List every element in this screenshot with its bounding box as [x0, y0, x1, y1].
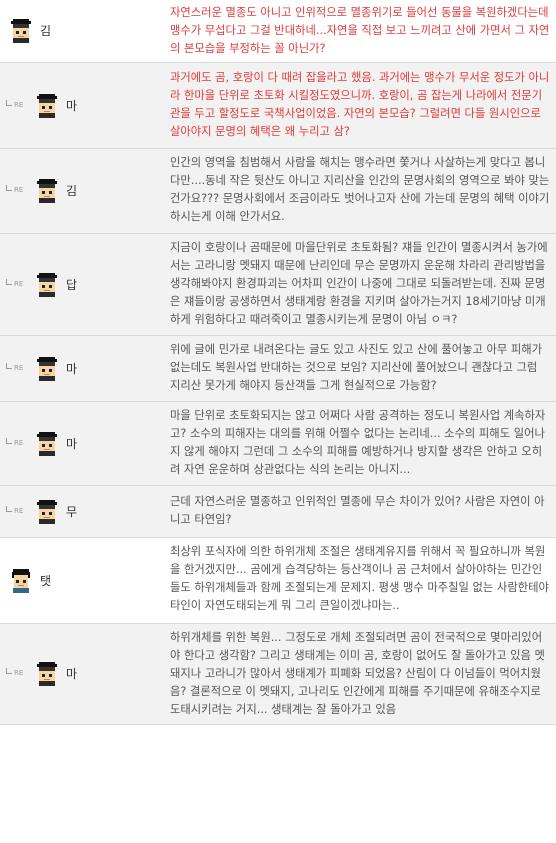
comment-author: 김 [0, 0, 160, 62]
reply-arrow-icon [6, 362, 12, 369]
reply-comment: RE 김 인간의 영역을 침범해서 사람을 해치는 맹수라면 쫓거나 사살하는게 맞… [0, 149, 556, 234]
comment-author: RE 마 [0, 63, 160, 148]
reply-indicator: RE [6, 668, 23, 677]
reply-indicator: RE [6, 99, 24, 109]
comment-author: RE 마 [0, 624, 160, 724]
reply-arrow-icon [6, 278, 12, 285]
comment-text: 지금이 호랑이나 곰때문에 마을단위로 초토화됨? 쟤들 인간이 멸종시켜서 농… [170, 241, 548, 326]
avatar-icon [36, 93, 58, 118]
comment-list: 김 자연스러운 멸종도 아니고 인위적으로 멸종위기로 들어선 동물을 복원하겠다… [0, 0, 556, 725]
avatar-icon [36, 356, 58, 381]
comment-author: RE 답 [0, 234, 160, 335]
comment-author: RE 무 [0, 486, 160, 537]
reply-arrow-icon [6, 99, 12, 106]
reply-indicator: RE [6, 185, 23, 194]
avatar-icon [10, 19, 32, 43]
comment-nickname[interactable]: 탯 [40, 573, 51, 589]
reply-comment: RE 무 근데 자연스러운 멸종하고 인위적인 멸종에 무슨 차이가 있어? 사람은… [0, 486, 556, 538]
reply-indicator: RE [6, 505, 24, 515]
comment-nickname[interactable]: 마 [66, 98, 77, 114]
reply-indicator: RE [6, 278, 24, 288]
reply-indicator: RE [6, 362, 24, 372]
comment-nickname[interactable]: 김 [40, 23, 51, 39]
comment: 탯 최상위 포식자에 의한 하위개체 조절은 생태계유지를 위해서 꼭 필요하니까… [0, 538, 556, 624]
reply-arrow-icon [6, 668, 12, 674]
reply-comment: RE 마 마을 단위로 초토화되지는 않고 어쩌다 사람 공격하는 정도니 복원사업… [0, 402, 556, 486]
reply-comment: RE 답 지금이 호랑이나 곰때문에 마을단위로 초토화됨? 쟤들 인간이 멸종시켜… [0, 234, 556, 336]
comment-nickname[interactable]: 마 [66, 436, 77, 452]
reply-arrow-icon [6, 437, 12, 444]
avatar-icon [36, 662, 58, 686]
comment-text: 위에 글에 민가로 내려온다는 글도 있고 사진도 있고 산에 풀어놓고 아무 … [170, 343, 543, 392]
reply-label: RE [14, 186, 24, 194]
reply-label: RE [14, 279, 24, 288]
avatar-icon [36, 499, 58, 524]
avatar-icon [36, 272, 58, 297]
comment-text: 하위개체를 위한 복원... 그정도로 개체 조절되려면 곰이 전국적으로 몇마… [170, 631, 545, 716]
comment-nickname[interactable]: 마 [66, 361, 77, 377]
reply-label: RE [14, 438, 24, 447]
comment-author: RE 마 [0, 402, 160, 485]
reply-comment: RE 마 과거에도 곰, 호랑이 다 때려 잡을라고 했음. 과거에는 맹수가 무서… [0, 63, 556, 149]
comment-author: 탯 [0, 538, 160, 623]
comment-author: RE 김 [0, 149, 160, 233]
comment-nickname[interactable]: 김 [66, 183, 77, 199]
avatar-icon [36, 431, 58, 456]
reply-label: RE [14, 669, 24, 677]
reply-comment: RE 마 하위개체를 위한 복원... 그정도로 개체 조절되려면 곰이 전국적으로… [0, 624, 556, 725]
reply-label: RE [14, 100, 24, 109]
comment-text: 최상위 포식자에 의한 하위개체 조절은 생태계유지를 위해서 꼭 필요하니까 … [170, 545, 549, 612]
reply-comment: RE 마 위에 글에 민가로 내려온다는 글도 있고 사진도 있고 산에 풀어놓고 … [0, 336, 556, 402]
comment: 김 자연스러운 멸종도 아니고 인위적으로 멸종위기로 들어선 동물을 복원하겠다… [0, 0, 556, 63]
reply-label: RE [14, 506, 24, 515]
comment-text: 근데 자연스러운 멸종하고 인위적인 멸종에 무슨 차이가 있어? 사람은 자연… [170, 495, 545, 526]
reply-arrow-icon [6, 505, 12, 512]
reply-indicator: RE [6, 437, 24, 447]
comment-text: 과거에도 곰, 호랑이 다 때려 잡을라고 했음. 과거에는 맹수가 무서운 정… [170, 71, 550, 138]
avatar-icon [10, 568, 32, 593]
comment-author: RE 마 [0, 336, 160, 401]
comment-text: 인간의 영역을 침범해서 사람을 해치는 맹수라면 쫓거나 사살하는게 맞다고 … [170, 156, 550, 223]
comment-nickname[interactable]: 마 [66, 666, 77, 682]
comment-nickname[interactable]: 답 [66, 277, 77, 293]
comment-text: 마을 단위로 초토화되지는 않고 어쩌다 사람 공격하는 정도니 복원사업 계속… [170, 409, 546, 476]
avatar-icon [36, 179, 58, 203]
reply-arrow-icon [6, 185, 12, 191]
reply-label: RE [14, 363, 24, 372]
comment-text: 자연스러운 멸종도 아니고 인위적으로 멸종위기로 들어선 동물을 복원하겠다는… [170, 6, 550, 55]
comment-nickname[interactable]: 무 [66, 504, 77, 520]
